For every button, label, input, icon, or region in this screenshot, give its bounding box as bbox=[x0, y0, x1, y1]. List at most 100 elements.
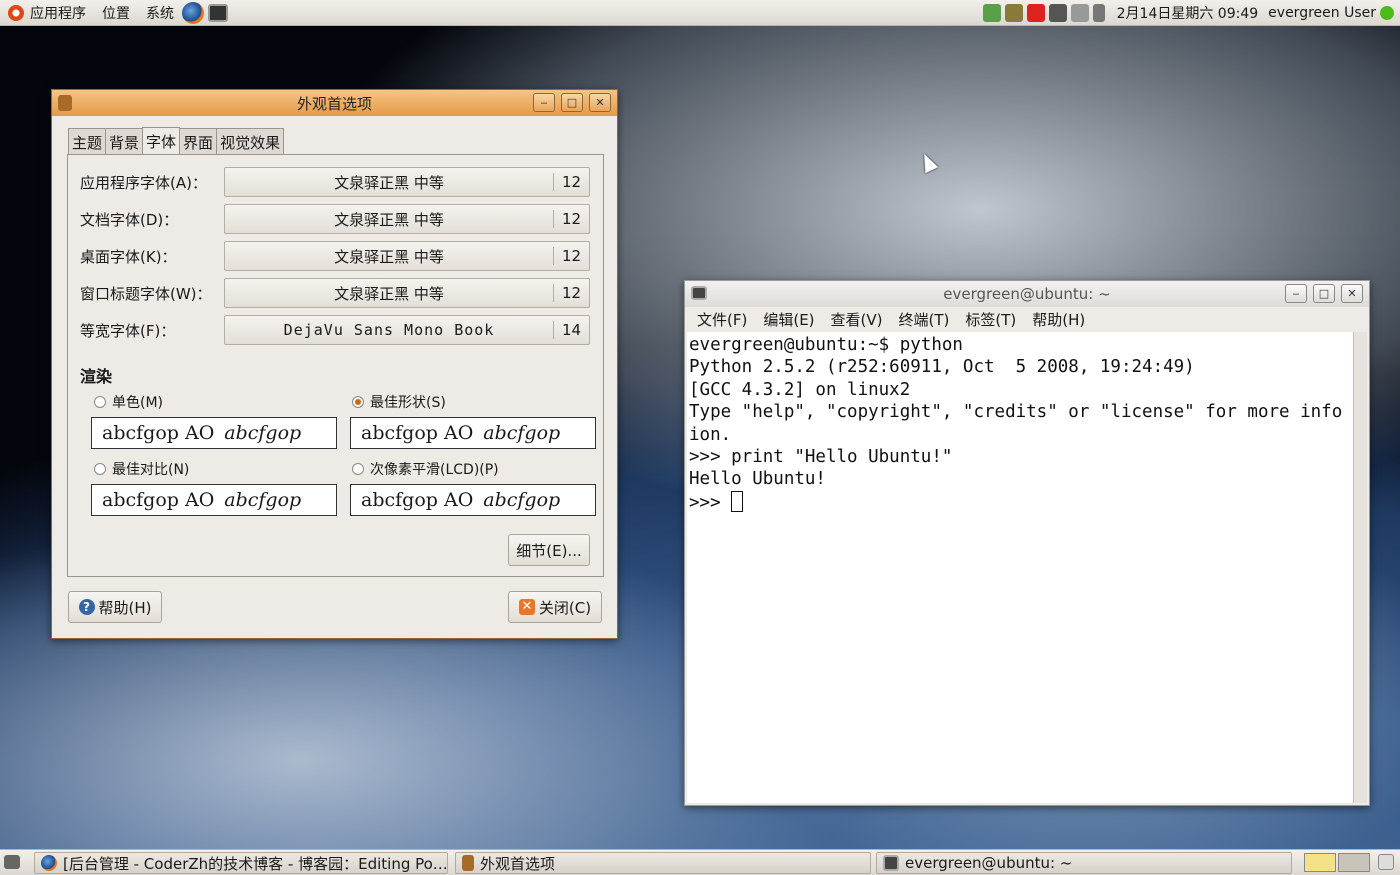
maximize-button[interactable]: □ bbox=[1313, 284, 1335, 303]
fonts-tab-panel: 应用程序字体(A)： 文泉驿正黑 中等 12 文档字体(D)： 文泉驿正黑 中等 1… bbox=[67, 154, 604, 577]
font-name: 文泉驿正黑 中等 bbox=[334, 173, 444, 192]
font-row-desktop: 桌面字体(K)： 文泉驿正黑 中等 12 bbox=[80, 241, 590, 271]
font-label: 桌面字体(K)： bbox=[80, 247, 177, 266]
menu-help[interactable]: 帮助(H) bbox=[1024, 309, 1093, 330]
volume-icon[interactable] bbox=[1092, 3, 1105, 22]
menu-places[interactable]: 位置 bbox=[94, 0, 138, 25]
menu-view[interactable]: 查看(V) bbox=[823, 309, 891, 330]
terminal-launcher-icon[interactable] bbox=[208, 3, 228, 22]
sample-text: abcfgop AO bbox=[102, 489, 215, 511]
printer-icon[interactable] bbox=[1070, 3, 1089, 22]
font-row-window-title: 窗口标题字体(W)： 文泉驿正黑 中等 12 bbox=[80, 278, 590, 308]
menu-applications[interactable]: 应用程序 bbox=[0, 0, 94, 25]
taskbar-item-appearance[interactable]: 外观首选项 bbox=[455, 852, 871, 874]
sample-best-shapes[interactable]: abcfgop AO abcfgop bbox=[350, 417, 596, 449]
font-name: 文泉驿正黑 中等 bbox=[334, 247, 444, 266]
menu-file[interactable]: 文件(F) bbox=[689, 309, 755, 330]
font-row-monospace: 等宽字体(F)： DejaVu Sans Mono Book 14 bbox=[80, 315, 590, 345]
sample-best-contrast[interactable]: abcfgop AO abcfgop bbox=[91, 484, 337, 516]
network-icon[interactable] bbox=[982, 3, 1001, 22]
document-font-button[interactable]: 文泉驿正黑 中等 12 bbox=[224, 204, 590, 234]
sample-italic: abcfgop bbox=[483, 489, 561, 511]
taskbar-item-terminal[interactable]: evergreen@ubuntu: ~ bbox=[876, 852, 1292, 874]
text-cursor bbox=[731, 490, 744, 512]
terminal-line: Hello Ubuntu! bbox=[689, 469, 826, 490]
workspace-switcher[interactable] bbox=[1304, 853, 1370, 872]
sample-subpixel[interactable]: abcfgop AO abcfgop bbox=[350, 484, 596, 516]
terminal-window: evergreen@ubuntu: ~ ‒ □ ✕ 文件(F) 编辑(E) 查看… bbox=[684, 280, 1370, 806]
maximize-button[interactable]: □ bbox=[561, 93, 583, 112]
sample-italic: abcfgop bbox=[224, 489, 302, 511]
close-window-button[interactable]: ✕ bbox=[1341, 284, 1363, 303]
terminal-line: [GCC 4.3.2] on linux2 bbox=[689, 379, 911, 400]
taskbar-item-browser[interactable]: [后台管理 - CoderZh的技术博客 - 博客园：Editing Po… bbox=[34, 852, 448, 874]
font-size: 12 bbox=[553, 210, 589, 228]
desktop-font-button[interactable]: 文泉驿正黑 中等 12 bbox=[224, 241, 590, 271]
font-label: 等宽字体(F)： bbox=[80, 321, 176, 340]
minimize-button[interactable]: ‒ bbox=[1285, 284, 1307, 303]
font-size: 12 bbox=[553, 173, 589, 191]
terminal-line: Type "help", "copyright", "credits" or "… bbox=[689, 402, 1343, 423]
download-icon[interactable] bbox=[1026, 3, 1045, 22]
window-title-font-button[interactable]: 文泉驿正黑 中等 12 bbox=[224, 278, 590, 308]
close-window-button[interactable]: ✕ bbox=[589, 93, 611, 112]
font-name: DejaVu Sans Mono Book bbox=[283, 321, 495, 339]
firefox-launcher-icon[interactable] bbox=[182, 1, 204, 24]
minimize-button[interactable]: ‒ bbox=[533, 93, 555, 112]
user-status-icon bbox=[1380, 5, 1394, 20]
user-name[interactable]: evergreen User bbox=[1268, 5, 1376, 21]
sample-text: abcfgop AO bbox=[102, 422, 215, 444]
radio-monochrome[interactable]: 单色(M) bbox=[94, 392, 163, 412]
terminal-line: evergreen@ubuntu:~$ python bbox=[689, 335, 963, 355]
font-label: 文档字体(D)： bbox=[80, 210, 179, 229]
close-button[interactable]: ✕ 关闭(C) bbox=[508, 591, 602, 623]
menu-tabs[interactable]: 标签(T) bbox=[957, 309, 1024, 330]
menu-system[interactable]: 系统 bbox=[138, 0, 182, 25]
font-size: 12 bbox=[553, 284, 589, 302]
font-row-document: 文档字体(D)： 文泉驿正黑 中等 12 bbox=[80, 204, 590, 234]
monospace-font-button[interactable]: DejaVu Sans Mono Book 14 bbox=[224, 315, 590, 345]
render-section-title: 渲染 bbox=[80, 367, 113, 386]
clock[interactable]: 2月14日星期六 09:49 bbox=[1107, 3, 1269, 23]
tab-fonts[interactable]: 字体 bbox=[142, 127, 181, 157]
terminal-scrollbar[interactable] bbox=[1353, 332, 1367, 803]
help-icon: ? bbox=[78, 599, 95, 615]
menu-terminal[interactable]: 终端(T) bbox=[891, 309, 958, 330]
terminal-titlebar[interactable]: evergreen@ubuntu: ~ ‒ □ ✕ bbox=[685, 281, 1369, 307]
show-desktop-icon[interactable] bbox=[4, 855, 20, 869]
ubuntu-logo-icon bbox=[8, 4, 24, 21]
workspace-1[interactable] bbox=[1304, 853, 1336, 872]
pref-titlebar[interactable]: 外观首选项 ‒ □ ✕ bbox=[52, 90, 617, 116]
bottom-panel: [后台管理 - CoderZh的技术博客 - 博客园：Editing Po… 外… bbox=[0, 849, 1400, 875]
radio-label: 最佳对比(N) bbox=[112, 462, 190, 478]
trash-icon[interactable] bbox=[1378, 854, 1394, 870]
menu-edit[interactable]: 编辑(E) bbox=[755, 309, 822, 330]
font-name: 文泉驿正黑 中等 bbox=[334, 210, 444, 229]
radio-subpixel-lcd[interactable]: 次像素平滑(LCD)(P) bbox=[352, 459, 499, 479]
sample-italic: abcfgop bbox=[224, 422, 302, 444]
font-size: 12 bbox=[553, 247, 589, 265]
taskbar-item-label: [后台管理 - CoderZh的技术博客 - 博客园：Editing Po… bbox=[63, 854, 448, 873]
application-font-button[interactable]: 文泉驿正黑 中等 12 bbox=[224, 167, 590, 197]
details-button[interactable]: 细节(E)... bbox=[508, 534, 590, 566]
radio-best-shapes[interactable]: 最佳形状(S) bbox=[352, 392, 446, 412]
font-size: 14 bbox=[553, 321, 589, 339]
help-button[interactable]: ? 帮助(H) bbox=[68, 591, 162, 623]
terminal-line: >>> print "Hello Ubuntu!" bbox=[689, 447, 953, 468]
updates-icon[interactable] bbox=[1004, 3, 1023, 22]
taskbar-item-label: 外观首选项 bbox=[480, 854, 556, 873]
terminal-line: Python 2.5.2 (r252:60911, Oct 5 2008, 19… bbox=[689, 357, 1195, 378]
radio-label: 单色(M) bbox=[112, 395, 164, 411]
radio-label: 最佳形状(S) bbox=[370, 395, 446, 411]
terminal-output[interactable]: evergreen@ubuntu:~$ python Python 2.5.2 (… bbox=[687, 332, 1353, 803]
terminal-menubar: 文件(F) 编辑(E) 查看(V) 终端(T) 标签(T) 帮助(H) bbox=[685, 307, 1369, 332]
radio-label: 次像素平滑(LCD)(P) bbox=[370, 462, 499, 478]
help-button-label: 帮助(H) bbox=[98, 598, 152, 617]
radio-best-contrast[interactable]: 最佳对比(N) bbox=[94, 459, 189, 479]
monitor-icon[interactable] bbox=[1048, 3, 1067, 22]
top-panel: 应用程序 位置 系统 2月14日星期六 09:49 evergreen User bbox=[0, 0, 1400, 26]
sample-monochrome[interactable]: abcfgop AO abcfgop bbox=[91, 417, 337, 449]
close-button-label: 关闭(C) bbox=[538, 598, 592, 617]
workspace-2[interactable] bbox=[1338, 853, 1370, 872]
sample-italic: abcfgop bbox=[483, 422, 561, 444]
